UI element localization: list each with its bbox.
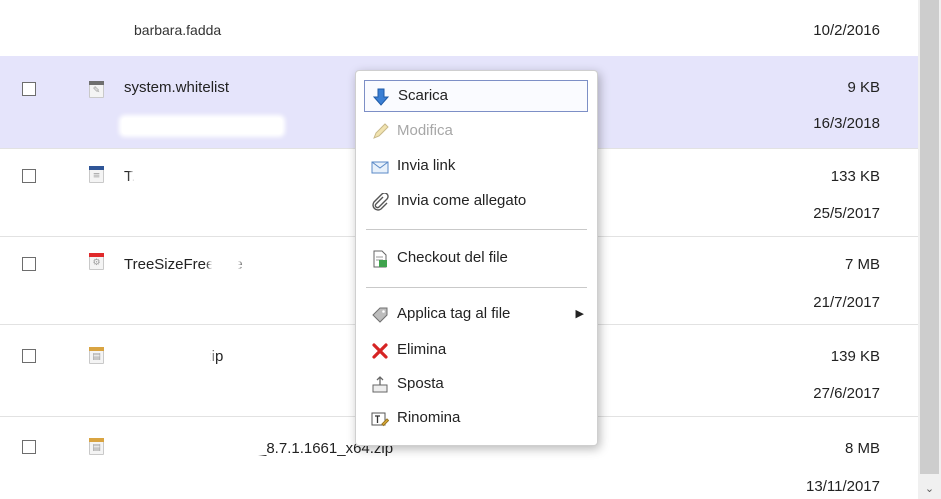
menu-item-sposta[interactable]: Sposta — [364, 369, 588, 401]
row-checkbox[interactable] — [22, 257, 36, 271]
menu-item-checkout[interactable]: Checkout del file — [364, 243, 588, 275]
scroll-down-arrow-icon[interactable]: ⌄ — [918, 479, 941, 499]
file-size: 133 KB — [830, 168, 880, 185]
redacted-filename — [120, 440, 260, 456]
paperclip-file-icon: ✎ — [89, 81, 104, 98]
file-owner: barbara.fadda — [134, 22, 222, 38]
menu-item-label: Checkout del file — [397, 249, 508, 266]
redacted-owner — [122, 385, 272, 401]
redacted-filename — [134, 169, 172, 185]
file-context-menu: Scarica Modifica Invia link Invia come a… — [355, 70, 598, 446]
menu-item-label: Scarica — [398, 87, 449, 104]
file-size: 7 MB — [844, 256, 880, 273]
file-date: 16/3/2018 — [813, 115, 880, 132]
menu-item-label: Invia link — [397, 157, 456, 174]
menu-item-label: Invia come allegato — [397, 192, 527, 209]
menu-item-modifica[interactable]: Modifica — [364, 116, 588, 148]
menu-item-label: Applica tag al file — [397, 305, 511, 322]
submenu-arrow-icon: ▶ — [575, 308, 584, 320]
row-checkbox[interactable] — [22, 349, 36, 363]
row-checkbox[interactable] — [22, 82, 36, 96]
download-arrow-icon — [372, 88, 390, 106]
red-x-icon — [371, 342, 389, 360]
menu-item-label: Rinomina — [397, 409, 461, 426]
menu-item-rinomina[interactable]: Rinomina — [364, 403, 588, 435]
menu-item-label: Sposta — [397, 375, 444, 392]
file-size: 139 KB — [830, 348, 880, 365]
redacted-owner — [126, 293, 276, 307]
menu-item-applica-tag[interactable]: Applica tag al file ▶ — [364, 299, 588, 331]
file-date: 27/6/2017 — [813, 385, 880, 402]
zip-file-icon: ▤ — [89, 438, 104, 455]
menu-item-label: Modifica — [397, 122, 453, 139]
pencil-icon — [371, 123, 389, 141]
file-row[interactable]: barbara.fadda 10/2/2016 — [0, 0, 918, 56]
redacted-owner — [124, 477, 274, 493]
move-icon — [371, 376, 389, 394]
exe-file-icon: ⚙ — [89, 253, 104, 270]
pdf-file-icon: ≡ — [89, 166, 104, 183]
file-size: 8 MB — [844, 440, 880, 457]
file-date: 13/11/2017 — [806, 478, 880, 495]
row-checkbox[interactable] — [22, 440, 36, 454]
file-size: 9 KB — [847, 79, 880, 96]
paperclip-icon — [371, 193, 389, 211]
file-date: 25/5/2017 — [813, 205, 880, 222]
redacted-owner — [122, 118, 282, 134]
menu-separator — [366, 287, 587, 288]
row-checkbox[interactable] — [22, 169, 36, 183]
checkout-document-icon — [371, 250, 389, 268]
menu-item-elimina[interactable]: Elimina — [364, 335, 588, 367]
file-name[interactable]: system.whitelist — [124, 79, 229, 96]
vertical-scrollbar[interactable]: ⌄ — [918, 0, 941, 499]
redacted-owner — [128, 205, 278, 219]
scrollbar-thumb[interactable] — [920, 0, 939, 474]
zip-file-icon: ▤ — [89, 347, 104, 364]
redacted-filename — [212, 257, 238, 273]
menu-separator — [366, 229, 587, 230]
file-date: 21/7/2017 — [813, 294, 880, 311]
file-date: 10/2/2016 — [813, 22, 880, 39]
menu-item-invia-allegato[interactable]: Invia come allegato — [364, 186, 588, 218]
menu-item-label: Elimina — [397, 341, 447, 358]
tag-icon — [371, 306, 389, 324]
envelope-icon — [371, 158, 389, 176]
rename-icon — [371, 410, 389, 428]
menu-item-invia-link[interactable]: Invia link — [364, 151, 588, 183]
menu-item-scarica[interactable]: Scarica — [364, 80, 588, 112]
redacted-filename — [122, 349, 210, 365]
